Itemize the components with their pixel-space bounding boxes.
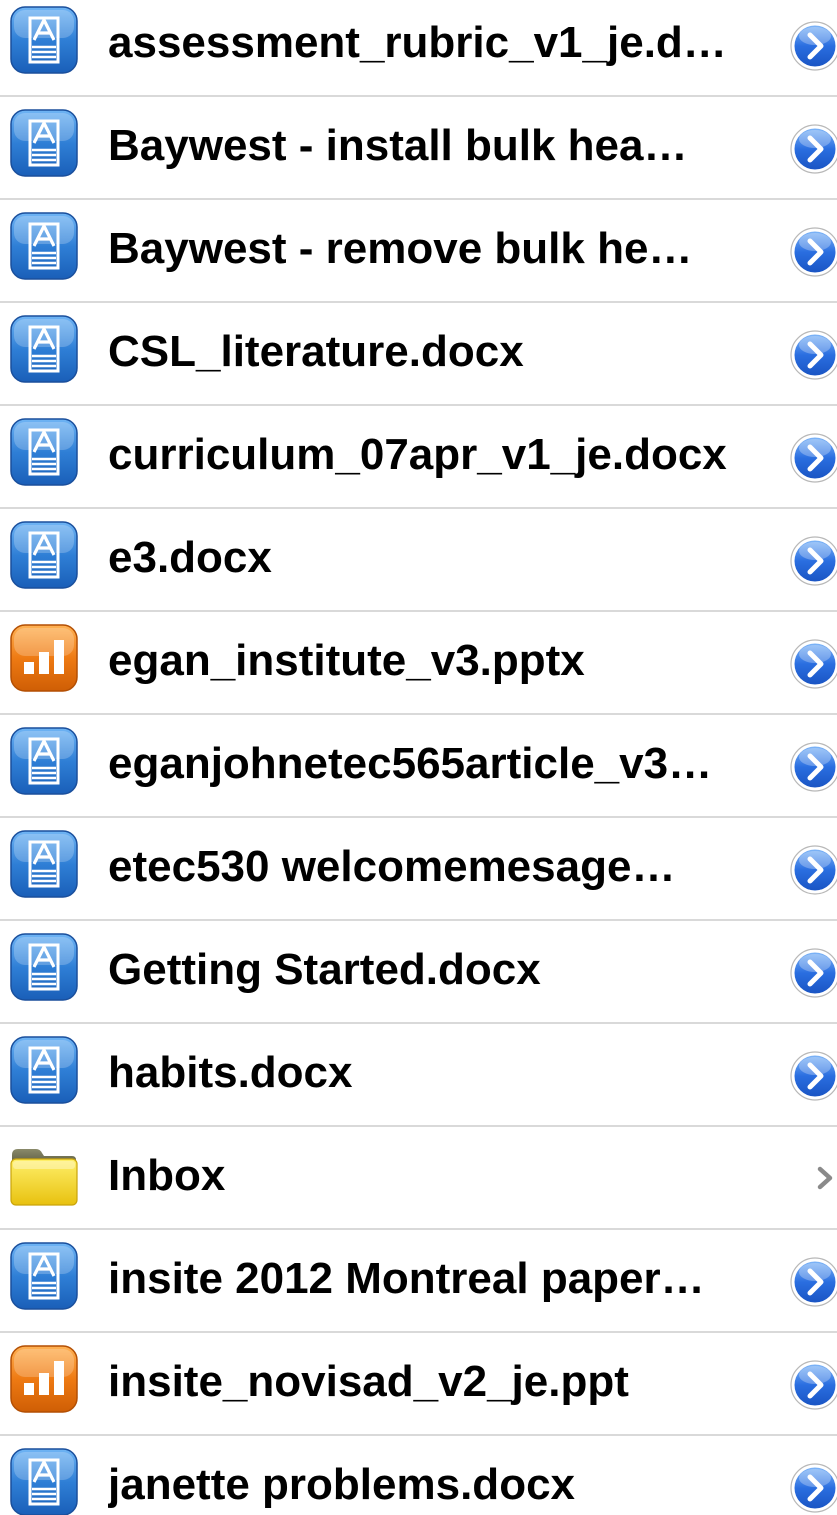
word-document-icon xyxy=(10,830,78,898)
file-name: Baywest - install bulk hea… xyxy=(108,121,688,170)
file-name: egan_institute_v3.pptx xyxy=(108,636,585,685)
word-document-icon xyxy=(10,6,78,74)
detail-disclosure-icon[interactable] xyxy=(789,638,837,690)
file-name: insite 2012 Montreal paper… xyxy=(108,1254,705,1303)
file-name: curriculum_07apr_v1_je.docx xyxy=(108,430,727,479)
file-name: assessment_rubric_v1_je.d… xyxy=(108,18,727,67)
detail-disclosure-icon[interactable] xyxy=(789,432,837,484)
word-document-icon xyxy=(10,1036,78,1104)
detail-disclosure-icon[interactable] xyxy=(789,535,837,587)
file-name: janette problems.docx xyxy=(108,1460,576,1509)
word-document-icon xyxy=(10,1448,78,1515)
list-item[interactable]: curriculum_07apr_v1_je.docx xyxy=(0,406,837,509)
file-name: eganjohnetec565article_v3… xyxy=(108,739,713,788)
list-item[interactable]: assessment_rubric_v1_je.d… xyxy=(0,0,837,97)
file-name: Baywest - remove bulk he… xyxy=(108,224,693,273)
word-document-icon xyxy=(10,315,78,383)
file-name: CSL_literature.docx xyxy=(108,327,524,376)
list-item[interactable]: egan_institute_v3.pptx xyxy=(0,612,837,715)
detail-disclosure-icon[interactable] xyxy=(789,20,837,72)
list-item[interactable]: Inbox xyxy=(0,1127,837,1230)
detail-disclosure-icon[interactable] xyxy=(789,123,837,175)
word-document-icon xyxy=(10,727,78,795)
detail-disclosure-icon[interactable] xyxy=(789,1256,837,1308)
list-item[interactable]: etec530 welcomemesage… xyxy=(0,818,837,921)
file-name: habits.docx xyxy=(108,1048,353,1097)
detail-disclosure-icon[interactable] xyxy=(789,1050,837,1102)
list-item[interactable]: janette problems.docx xyxy=(0,1436,837,1515)
list-item[interactable]: Getting Started.docx xyxy=(0,921,837,1024)
file-name: etec530 welcomemesage… xyxy=(108,842,676,891)
file-name: insite_novisad_v2_je.ppt xyxy=(108,1357,629,1406)
list-item[interactable]: eganjohnetec565article_v3… xyxy=(0,715,837,818)
list-item[interactable]: Baywest - remove bulk he… xyxy=(0,200,837,303)
folder-icon xyxy=(10,1149,78,1206)
file-name: Inbox xyxy=(108,1151,226,1200)
word-document-icon xyxy=(10,418,78,486)
presentation-icon xyxy=(10,624,78,692)
list-item[interactable]: CSL_literature.docx xyxy=(0,303,837,406)
detail-disclosure-icon[interactable] xyxy=(789,741,837,793)
word-document-icon xyxy=(10,212,78,280)
list-item[interactable]: habits.docx xyxy=(0,1024,837,1127)
word-document-icon xyxy=(10,933,78,1001)
chevron-right-icon xyxy=(817,1166,833,1190)
word-document-icon xyxy=(10,109,78,177)
list-item[interactable]: e3.docx xyxy=(0,509,837,612)
file-name: Getting Started.docx xyxy=(108,945,541,994)
detail-disclosure-icon[interactable] xyxy=(789,947,837,999)
file-name: e3.docx xyxy=(108,533,272,582)
list-item[interactable]: Baywest - install bulk hea… xyxy=(0,97,837,200)
detail-disclosure-icon[interactable] xyxy=(789,844,837,896)
list-item[interactable]: insite 2012 Montreal paper… xyxy=(0,1230,837,1333)
presentation-icon xyxy=(10,1345,78,1413)
detail-disclosure-icon[interactable] xyxy=(789,1462,837,1514)
word-document-icon xyxy=(10,521,78,589)
detail-disclosure-icon[interactable] xyxy=(789,1359,837,1411)
word-document-icon xyxy=(10,1242,78,1310)
file-list: assessment_rubric_v1_je.d… Baywest - inst… xyxy=(0,0,837,1515)
list-item[interactable]: insite_novisad_v2_je.ppt xyxy=(0,1333,837,1436)
detail-disclosure-icon[interactable] xyxy=(789,226,837,278)
detail-disclosure-icon[interactable] xyxy=(789,329,837,381)
